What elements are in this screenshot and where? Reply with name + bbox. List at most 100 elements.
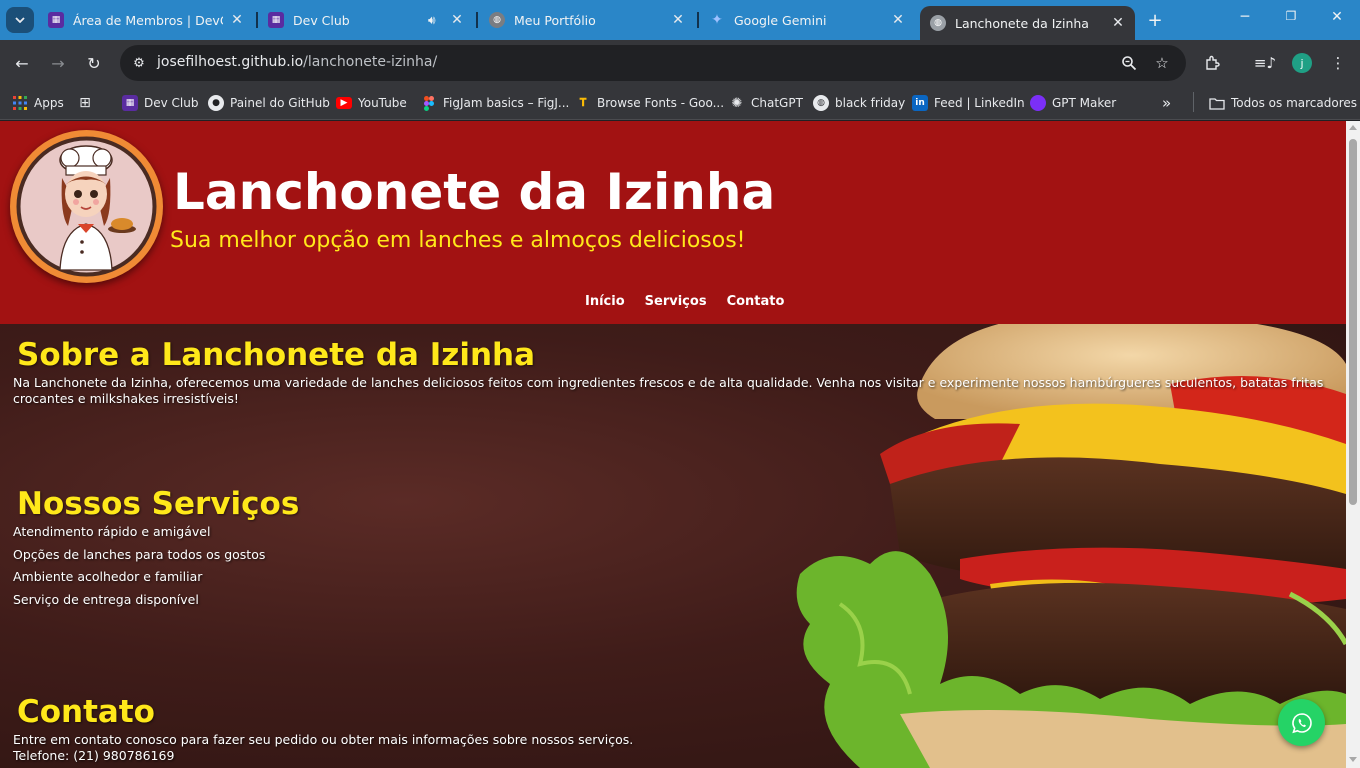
- site-nav: Início Serviços Contato: [585, 294, 784, 309]
- speaker-icon[interactable]: 🔊︎: [428, 13, 436, 28]
- bookmark-label: GPT Maker: [1052, 96, 1117, 110]
- browser-toolbar: ← → ↻ ⚙︎ josefilhoest.github.io/lanchone…: [0, 40, 1360, 86]
- url-path: /lanchonete-izinha/: [303, 54, 438, 70]
- web-page: Lanchonete da Izinha Sua melhor opção em…: [0, 121, 1346, 768]
- bookmark-linkedin[interactable]: in Feed | LinkedIn: [912, 93, 1025, 113]
- bookmarks-divider: [1193, 92, 1194, 112]
- media-control-icon[interactable]: ≡♪: [1254, 52, 1276, 74]
- bookmark-apps[interactable]: Apps: [12, 93, 64, 113]
- page-scrollbar[interactable]: [1346, 121, 1360, 768]
- globe-icon: ◍: [813, 95, 829, 111]
- forward-arrow-icon[interactable]: →: [47, 52, 69, 74]
- whatsapp-button[interactable]: [1278, 699, 1325, 746]
- service-item: Serviço de entrega disponível: [13, 592, 199, 607]
- service-item: Ambiente acolhedor e familiar: [13, 569, 203, 584]
- site-info-icon[interactable]: ⚙︎: [128, 52, 150, 74]
- minimize-button[interactable]: ─: [1235, 9, 1255, 25]
- bookmark-black-friday[interactable]: ◍ black friday: [813, 93, 905, 113]
- close-icon[interactable]: ✕: [669, 11, 687, 29]
- back-arrow-icon[interactable]: ←: [11, 52, 33, 74]
- bookmark-google-fonts[interactable]: 𝐓 Browse Fonts - Goo...: [575, 93, 724, 113]
- close-icon[interactable]: ✕: [228, 11, 246, 29]
- about-title: Sobre a Lanchonete da Izinha: [17, 337, 536, 373]
- services-title: Nossos Serviços: [17, 486, 300, 522]
- extensions-icon[interactable]: [1201, 52, 1223, 74]
- tab-divider: [476, 12, 478, 28]
- github-icon: ●: [208, 95, 224, 111]
- tab-search-button[interactable]: [6, 7, 34, 33]
- chef-logo: [10, 130, 163, 283]
- close-icon[interactable]: ✕: [448, 11, 466, 29]
- more-bookmarks-chevron-icon[interactable]: »: [1162, 93, 1171, 113]
- gptmaker-icon: [1030, 95, 1046, 111]
- bookmark-devclub[interactable]: ▦ Dev Club: [122, 93, 198, 113]
- nav-link-contato[interactable]: Contato: [727, 294, 785, 309]
- tab-title: Área de Membros | DevClub: [73, 12, 223, 28]
- tab-title: Meu Portfólio: [514, 12, 596, 28]
- tab-strip: ▦ Área de Membros | DevClub ✕ ▦ Dev Club…: [0, 0, 1360, 40]
- restore-button[interactable]: ❐: [1281, 9, 1301, 23]
- url-text[interactable]: josefilhoest.github.io/lanchonete-izinha…: [157, 54, 437, 70]
- bookmark-gpt-maker[interactable]: GPT Maker: [1030, 93, 1116, 113]
- contact-text: Entre em contato conosco para fazer seu …: [13, 732, 634, 747]
- close-icon[interactable]: ✕: [1109, 14, 1127, 32]
- scroll-down-arrow-icon[interactable]: [1349, 757, 1357, 762]
- new-tab-button[interactable]: +: [1145, 10, 1165, 31]
- devclub-icon: ▦: [48, 12, 64, 28]
- bookmark-label: YouTube: [358, 96, 407, 110]
- service-item: Opções de lanches para todos os gostos: [13, 547, 266, 562]
- google-fonts-icon: 𝐓: [579, 96, 587, 109]
- nav-link-servicos[interactable]: Serviços: [645, 294, 707, 309]
- all-bookmarks-folder[interactable]: Todos os marcadores: [1209, 93, 1357, 113]
- contact-title: Contato: [17, 694, 155, 730]
- tab-title: Google Gemini: [734, 12, 827, 28]
- whatsapp-icon: [1291, 712, 1312, 733]
- window-close-button[interactable]: ✕: [1327, 9, 1347, 25]
- figma-icon: [421, 95, 437, 111]
- chef-girl-icon: [16, 136, 157, 277]
- reload-icon[interactable]: ↻: [83, 52, 105, 74]
- gemini-icon: ✦: [711, 12, 723, 28]
- tab-portfolio[interactable]: ◍ Meu Portfólio ✕: [489, 6, 687, 34]
- bookmark-label: Dev Club: [144, 96, 199, 110]
- service-item: Atendimento rápido e amigável: [13, 524, 211, 539]
- bookmark-label: ChatGPT: [751, 96, 803, 110]
- address-bar[interactable]: ⚙︎ josefilhoest.github.io/lanchonete-izi…: [120, 45, 1186, 81]
- bookmarks-bar: Apps ⊞ ▦ Dev Club ● Painel do GitHub ▶ Y…: [0, 86, 1360, 120]
- tab-devclub[interactable]: ▦ Dev Club 🔊︎ ✕: [268, 6, 466, 34]
- profile-avatar[interactable]: j: [1292, 53, 1312, 73]
- bookmark-figjam[interactable]: FigJam basics – FigJ...: [421, 93, 569, 113]
- chatgpt-icon: ✺: [731, 95, 743, 111]
- url-host: josefilhoest.github.io: [157, 54, 304, 70]
- about-text: Na Lanchonete da Izinha, oferecemos uma …: [13, 375, 1324, 406]
- tab-divider: [697, 12, 699, 28]
- star-bookmark-icon[interactable]: ☆: [1152, 53, 1172, 73]
- tab-divider: [256, 12, 258, 28]
- close-icon[interactable]: ✕: [889, 11, 907, 29]
- youtube-icon: ▶: [336, 97, 352, 109]
- bookmark-label: Feed | LinkedIn: [934, 96, 1025, 110]
- tab-gemini[interactable]: ✦ Google Gemini ✕: [709, 6, 907, 34]
- bookmark-tab-groups[interactable]: ⊞: [77, 93, 99, 113]
- bookmark-github[interactable]: ● Painel do GitHub: [208, 93, 330, 113]
- bookmark-youtube[interactable]: ▶ YouTube: [336, 93, 407, 113]
- scrollbar-thumb[interactable]: [1349, 139, 1357, 505]
- bookmark-chatgpt[interactable]: ✺ ChatGPT: [729, 93, 803, 113]
- bookmark-label: Todos os marcadores: [1231, 96, 1357, 110]
- nav-link-inicio[interactable]: Início: [585, 294, 625, 309]
- zoom-icon[interactable]: [1119, 53, 1139, 73]
- tab-lanchonete[interactable]: ◍ Lanchonete da Izinha ✕: [920, 6, 1135, 40]
- site-subtitle: Sua melhor opção em lanches e almoços de…: [170, 228, 746, 253]
- folder-icon: [1209, 95, 1225, 111]
- tab-groups-icon: ⊞: [79, 95, 91, 111]
- contact-phone: Telefone: (21) 980786169: [13, 748, 175, 763]
- globe-icon: ◍: [489, 12, 505, 28]
- menu-kebab-icon[interactable]: ⋮: [1327, 52, 1349, 74]
- tab-title: Dev Club: [293, 12, 350, 28]
- bookmark-label: FigJam basics – FigJ...: [443, 96, 570, 110]
- bookmark-label: black friday: [835, 96, 906, 110]
- bookmark-label: Browse Fonts - Goo...: [597, 96, 725, 110]
- scroll-up-arrow-icon[interactable]: [1349, 125, 1357, 130]
- tab-devclub-members[interactable]: ▦ Área de Membros | DevClub ✕: [48, 6, 246, 34]
- hero-section: Sobre a Lanchonete da Izinha Na Lanchone…: [0, 324, 1346, 768]
